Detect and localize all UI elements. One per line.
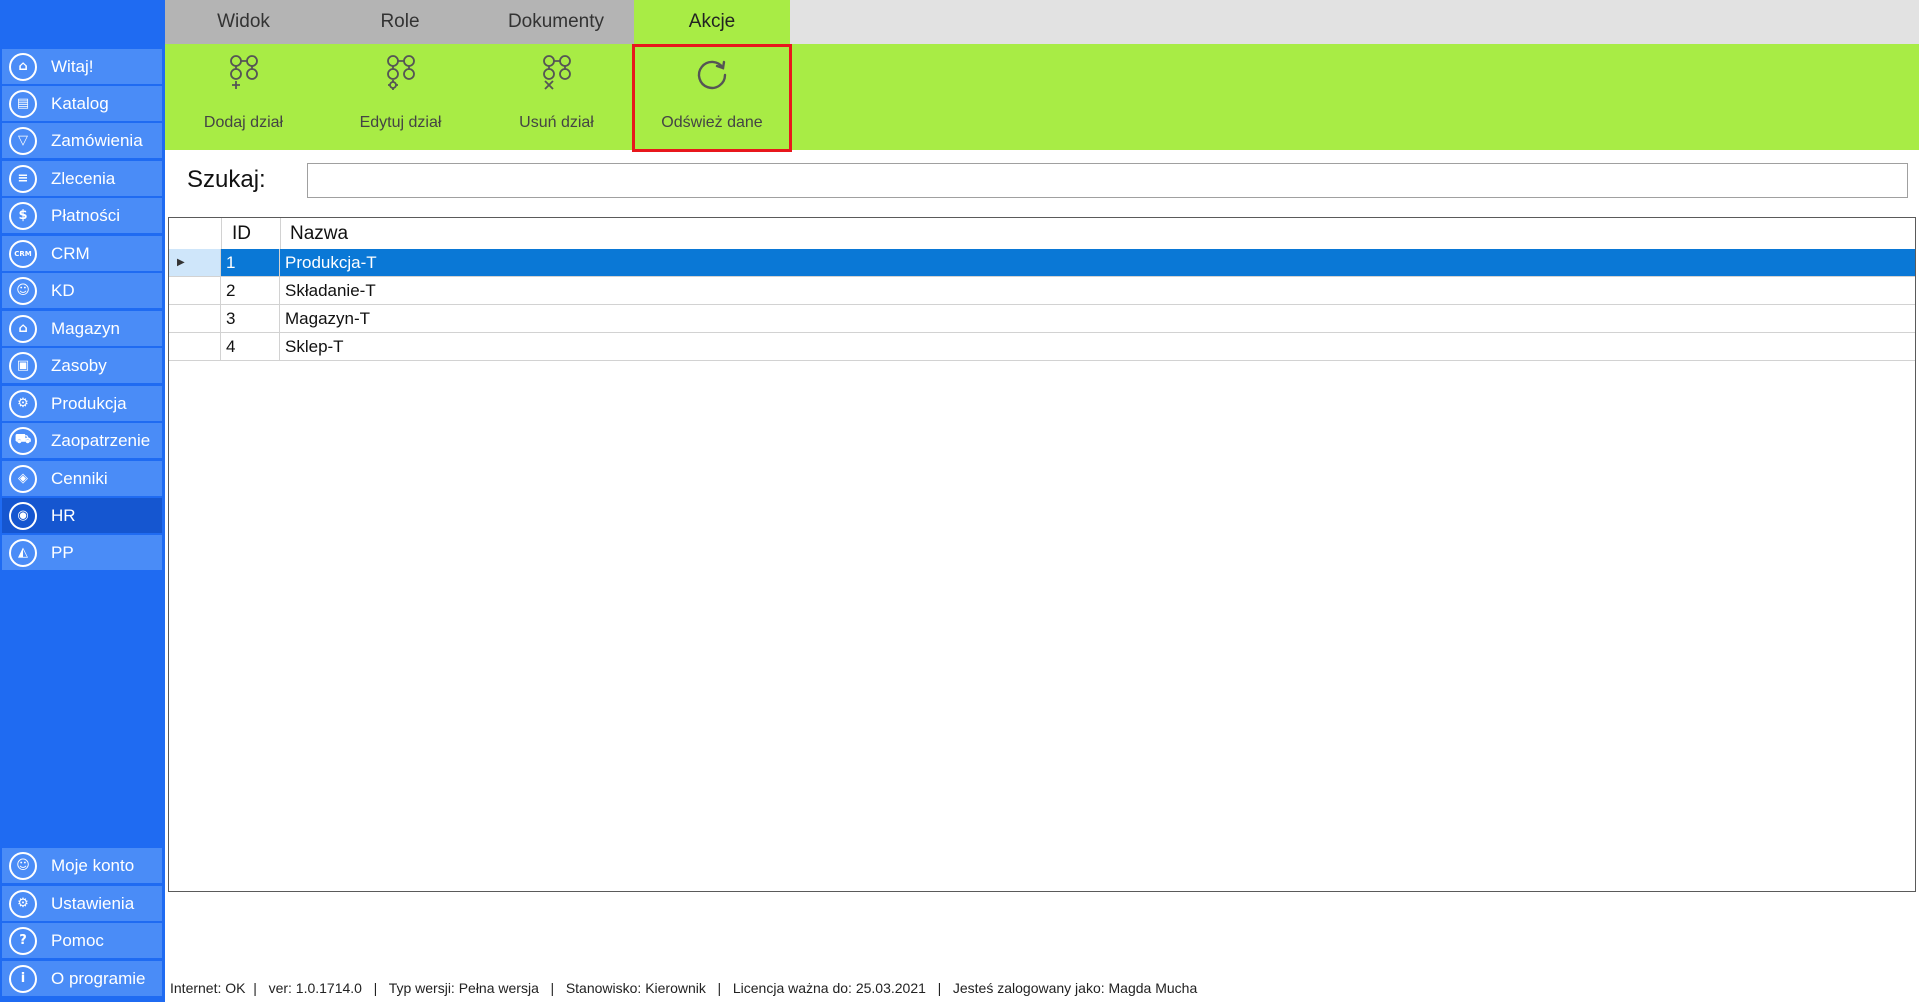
sidebar-item-katalog[interactable]: ▤ Katalog <box>2 86 162 121</box>
cell-id: 2 <box>221 277 280 304</box>
sidebar-item-label: Płatności <box>51 205 120 225</box>
tab-widok[interactable]: Widok <box>165 0 322 44</box>
refresh-data-label: Odśwież dane <box>661 114 763 131</box>
edit-department-icon <box>386 55 415 90</box>
search-label: Szukaj: <box>187 166 266 193</box>
cell-name: Sklep-T <box>285 336 344 356</box>
cell-name: Składanie-T <box>285 280 376 300</box>
book-icon: ▤ <box>9 89 37 118</box>
delete-department-icon <box>542 55 571 90</box>
sidebar-item-cenniki[interactable]: ◈ Cenniki <box>2 461 162 496</box>
column-header-name[interactable]: Nazwa <box>280 218 1915 249</box>
cell-name: Magazyn-T <box>285 308 371 328</box>
warehouse-icon: ⌂ <box>9 314 37 343</box>
sidebar-item-kd[interactable]: ☺ KD <box>2 273 162 308</box>
cell-id: 4 <box>221 333 280 360</box>
production-icon: ⚙ <box>9 389 37 418</box>
help-icon: ? <box>9 926 37 955</box>
gear-icon: ⚙ <box>9 889 37 918</box>
sidebar-item-witaj[interactable]: ⌂ Witaj! <box>2 49 162 84</box>
sidebar-item-label: Moje konto <box>51 855 135 875</box>
sidebar-item-o-programie[interactable]: i O programie <box>2 961 162 996</box>
list-icon: ≡ <box>9 164 37 193</box>
sidebar-item-zamowienia[interactable]: ▽ Zamówienia <box>2 123 162 158</box>
sidebar-item-label: Zamówienia <box>51 130 143 150</box>
sidebar-item-label: PP <box>51 542 74 562</box>
tag-icon: ◈ <box>9 464 37 493</box>
tab-role[interactable]: Role <box>322 0 478 44</box>
sidebar-item-platnosci[interactable]: $ Płatności <box>2 198 162 233</box>
box-icon: ▣ <box>9 351 37 380</box>
sidebar-item-label: O programie <box>51 968 146 988</box>
sidebar-item-label: Produkcja <box>51 393 127 413</box>
add-department-icon <box>229 55 258 89</box>
crm-icon: CRM <box>9 239 37 268</box>
sidebar-item-label: HR <box>51 505 76 525</box>
add-department-button[interactable]: Dodaj dział <box>165 44 322 150</box>
row-selector <box>169 277 221 304</box>
sidebar-item-label: Zlecenia <box>51 168 116 188</box>
cart-icon: ▽ <box>9 126 37 155</box>
sidebar: ⌂ Witaj! ▤ Katalog ▽ Zamówienia ≡ Zlecen… <box>0 0 165 1002</box>
delete-department-label: Usuń dział <box>519 114 594 131</box>
sidebar-item-label: Pomoc <box>51 930 104 950</box>
home-icon: ⌂ <box>9 52 37 81</box>
refresh-data-button[interactable]: Odśwież dane <box>632 44 792 152</box>
pp-icon: ◭ <box>9 538 37 567</box>
sidebar-item-produkcja[interactable]: ⚙ Produkcja <box>2 386 162 421</box>
sidebar-item-label: Witaj! <box>51 56 94 76</box>
tabs-group: Widok Role Dokumenty Akcje <box>165 0 790 44</box>
tab-akcje[interactable]: Akcje <box>634 0 790 44</box>
sidebar-item-pp[interactable]: ◭ PP <box>2 535 162 570</box>
hr-icon: ◉ <box>9 501 37 530</box>
departments-table: ID Nazwa ▶ 1 Produkcja-T 2 Składanie-T 3… <box>168 217 1916 892</box>
sidebar-item-label: Magazyn <box>51 318 120 338</box>
tab-dokumenty[interactable]: Dokumenty <box>478 0 634 44</box>
sidebar-item-label: CRM <box>51 243 90 263</box>
row-selector <box>169 305 221 332</box>
cell-id: 3 <box>221 305 280 332</box>
sidebar-item-hr[interactable]: ◉ HR <box>2 498 162 533</box>
sidebar-item-ustawienia[interactable]: ⚙ Ustawienia <box>2 886 162 921</box>
truck-icon: ⛟ <box>9 426 37 455</box>
refresh-icon <box>697 60 727 90</box>
tab-bar: Widok Role Dokumenty Akcje <box>165 0 1919 44</box>
table-row[interactable]: 4 Sklep-T <box>169 333 1915 361</box>
sidebar-item-moje-konto[interactable]: ☺ Moje konto <box>2 848 162 883</box>
sidebar-item-zaopatrzenie[interactable]: ⛟ Zaopatrzenie <box>2 423 162 458</box>
table-row[interactable]: 3 Magazyn-T <box>169 305 1915 333</box>
sidebar-item-label: Cenniki <box>51 468 108 488</box>
sidebar-item-crm[interactable]: CRM CRM <box>2 236 162 271</box>
sidebar-item-zlecenia[interactable]: ≡ Zlecenia <box>2 161 162 196</box>
delete-department-button[interactable]: Usuń dział <box>478 44 635 150</box>
sidebar-item-label: Ustawienia <box>51 893 135 913</box>
cell-name: Produkcja-T <box>280 249 1915 276</box>
search-input[interactable] <box>307 163 1908 198</box>
person-icon: ☺ <box>9 276 37 305</box>
app-window: ⌂ Witaj! ▤ Katalog ▽ Zamówienia ≡ Zlecen… <box>0 0 1919 1002</box>
row-selector <box>169 333 221 360</box>
user-icon: ☺ <box>9 851 37 880</box>
cell-id: 1 <box>221 249 280 276</box>
status-bar: Internet: OK | ver: 1.0.1714.0 | Typ wer… <box>170 980 1198 996</box>
info-icon: i <box>9 964 37 993</box>
edit-department-label: Edytuj dział <box>359 114 442 131</box>
dollar-icon: $ <box>9 201 37 230</box>
ribbon-toolbar: Dodaj dział Edytuj dział Usuń dział Odśw… <box>165 44 1919 152</box>
add-department-label: Dodaj dział <box>203 114 284 131</box>
table-row[interactable]: ▶ 1 Produkcja-T <box>169 249 1915 277</box>
table-row[interactable]: 2 Składanie-T <box>169 277 1915 305</box>
sidebar-item-zasoby[interactable]: ▣ Zasoby <box>2 348 162 383</box>
sidebar-item-pomoc[interactable]: ? Pomoc <box>2 923 162 958</box>
sidebar-item-label: Zasoby <box>51 355 107 375</box>
sidebar-item-label: Zaopatrzenie <box>51 430 151 450</box>
sidebar-item-label: KD <box>51 280 75 300</box>
sidebar-item-label: Katalog <box>51 93 109 113</box>
column-header-id[interactable]: ID <box>221 218 280 249</box>
row-selector-icon: ▶ <box>169 249 221 276</box>
edit-department-button[interactable]: Edytuj dział <box>322 44 479 150</box>
sidebar-item-magazyn[interactable]: ⌂ Magazyn <box>2 311 162 346</box>
